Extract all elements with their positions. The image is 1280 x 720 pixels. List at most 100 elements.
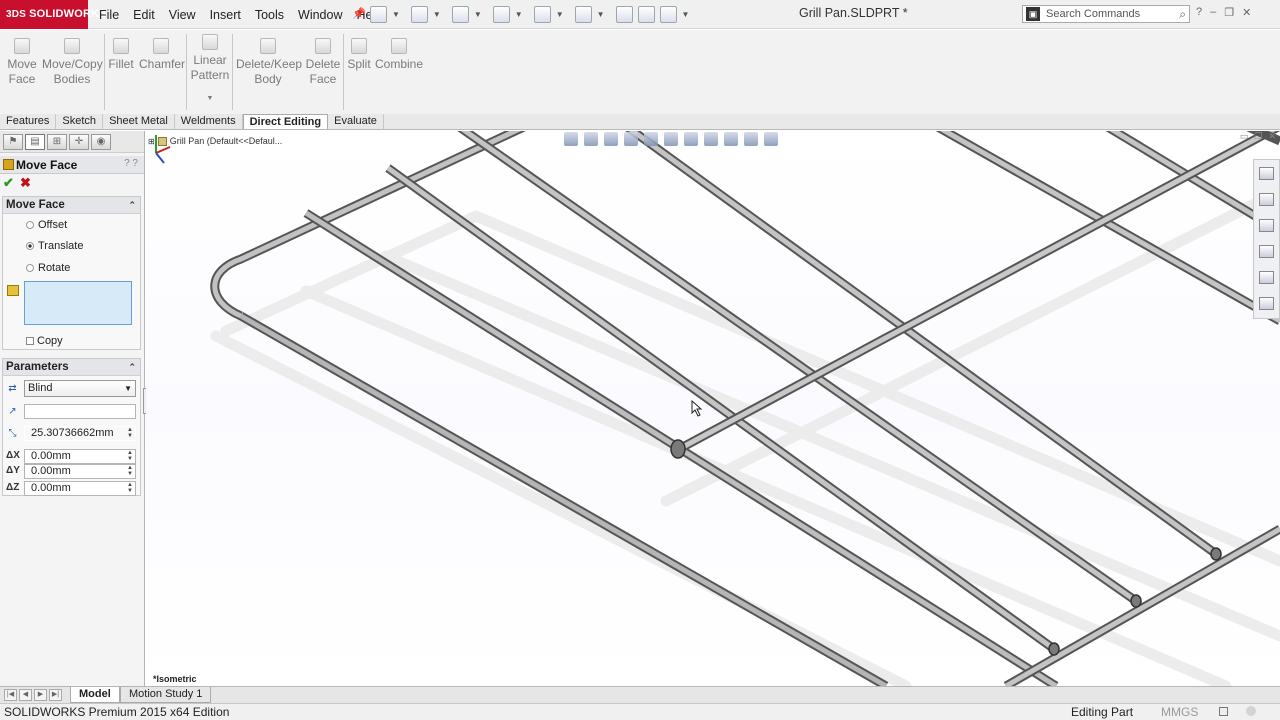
- options-icon[interactable]: [659, 6, 677, 23]
- chevron-down-icon[interactable]: ▼: [515, 10, 523, 19]
- solidworks-resources-icon[interactable]: [1259, 167, 1274, 180]
- view-palette-icon[interactable]: [1259, 245, 1274, 258]
- solidworks-logo[interactable]: 3DS SOLIDWORKS: [0, 0, 107, 29]
- move-copy-bodies-button[interactable]: Move/Copy Bodies: [42, 38, 103, 87]
- prev-tab-icon[interactable]: ◀: [19, 689, 32, 701]
- delete-face-button[interactable]: Delete Face: [304, 38, 342, 87]
- end-condition-select[interactable]: Blind ▼: [24, 380, 136, 397]
- copy-checkbox[interactable]: Copy: [26, 335, 63, 347]
- grill-pan-model[interactable]: [146, 131, 1280, 686]
- radio-translate[interactable]: Translate: [26, 240, 83, 252]
- dimxpert-manager-icon[interactable]: ✛: [69, 134, 89, 150]
- graphics-area[interactable]: ⊞ Grill Pan (Default<<Defaul... ▭ ❐ ✕ *I…: [146, 131, 1280, 686]
- appearances-icon[interactable]: [1259, 271, 1274, 284]
- ok-button[interactable]: ✔: [3, 175, 14, 191]
- tab-weldments[interactable]: Weldments: [175, 114, 243, 129]
- design-library-icon[interactable]: [1259, 193, 1274, 206]
- feature-manager-icon[interactable]: ⚑: [3, 134, 23, 150]
- restore-icon[interactable]: ❐: [1224, 6, 1234, 19]
- menu-file[interactable]: File: [92, 8, 126, 22]
- custom-properties-icon[interactable]: [1259, 297, 1274, 310]
- view-settings-icon[interactable]: [764, 132, 778, 146]
- chevron-down-icon[interactable]: ▼: [597, 10, 605, 19]
- select-cursor-icon[interactable]: [574, 6, 592, 23]
- chevron-down-icon[interactable]: ▼: [124, 381, 132, 396]
- new-document-icon[interactable]: [370, 6, 387, 23]
- tab-evaluate[interactable]: Evaluate: [328, 114, 384, 129]
- close-icon[interactable]: ✕: [1242, 6, 1251, 19]
- chevron-down-icon[interactable]: ▼: [556, 10, 564, 19]
- print-icon[interactable]: [492, 6, 510, 23]
- search-input[interactable]: Search Commands: [1046, 8, 1179, 20]
- section-view-icon[interactable]: [624, 132, 638, 146]
- chevron-down-icon[interactable]: ▼: [392, 10, 400, 19]
- zoom-to-area-icon[interactable]: [584, 132, 598, 146]
- menu-window[interactable]: Window: [291, 8, 349, 22]
- menu-view[interactable]: View: [162, 8, 203, 22]
- checkbox[interactable]: [26, 337, 34, 345]
- parameters-group-header[interactable]: Parameters ⌃: [3, 359, 140, 376]
- move-face-group-header[interactable]: Move Face ⌃: [3, 197, 140, 214]
- apply-scene-icon[interactable]: [744, 132, 758, 146]
- minimize-icon[interactable]: ▭: [1240, 131, 1249, 142]
- dynamic-annotation-icon[interactable]: [644, 132, 658, 146]
- display-style-icon[interactable]: [684, 132, 698, 146]
- fillet-button[interactable]: Fillet: [108, 38, 134, 72]
- reverse-direction-icon[interactable]: ⇄: [6, 382, 19, 395]
- radio-rotate[interactable]: Rotate: [26, 262, 70, 274]
- minimize-icon[interactable]: –: [1210, 6, 1216, 19]
- collapse-icon[interactable]: ⌃: [128, 359, 136, 375]
- save-icon[interactable]: [451, 6, 469, 23]
- linear-pattern-button[interactable]: Linear Pattern ▼: [190, 34, 230, 106]
- delta-z-field[interactable]: 0.00mm ▲ ▼: [24, 481, 136, 496]
- combine-button[interactable]: Combine: [375, 38, 423, 72]
- frame-rods[interactable]: [210, 131, 1280, 686]
- previous-view-icon[interactable]: [604, 132, 618, 146]
- pin-menu-icon[interactable]: 📌: [352, 7, 366, 20]
- distance-field[interactable]: 25.30736662mm ▲ ▼: [24, 426, 136, 441]
- menu-edit[interactable]: Edit: [126, 8, 162, 22]
- radio-offset[interactable]: Offset: [26, 219, 67, 231]
- chevron-down-icon[interactable]: ▼: [433, 10, 441, 19]
- delta-y-field[interactable]: 0.00mm ▲ ▼: [24, 464, 136, 479]
- radio-button[interactable]: [26, 264, 34, 272]
- spinner-icon[interactable]: ▲ ▼: [127, 482, 133, 494]
- view-orientation-icon[interactable]: [664, 132, 678, 146]
- zoom-to-fit-icon[interactable]: [564, 132, 578, 146]
- help-icon[interactable]: ? ?: [124, 158, 138, 169]
- spinner-icon[interactable]: ▲ ▼: [127, 427, 133, 439]
- tab-model[interactable]: Model: [70, 687, 120, 703]
- first-tab-icon[interactable]: |◀: [4, 689, 17, 701]
- split-button[interactable]: Split: [346, 38, 372, 72]
- close-icon[interactable]: ✕: [1268, 131, 1276, 142]
- tab-sheet-metal[interactable]: Sheet Metal: [103, 114, 175, 129]
- chamfer-button[interactable]: Chamfer: [139, 38, 185, 72]
- cancel-button[interactable]: ✖: [20, 175, 31, 191]
- file-explorer-icon[interactable]: [1259, 219, 1274, 232]
- faces-selection-box[interactable]: [24, 281, 132, 325]
- chevron-down-icon[interactable]: ▼: [682, 10, 690, 19]
- chevron-down-icon[interactable]: ▼: [190, 91, 230, 106]
- tab-features[interactable]: Features: [0, 114, 57, 129]
- spinner-icon[interactable]: ▲ ▼: [127, 450, 133, 462]
- help-icon[interactable]: ?: [1196, 6, 1202, 19]
- file-properties-icon[interactable]: [637, 6, 655, 23]
- move-face-button[interactable]: Move Face: [7, 38, 37, 87]
- tab-direct-editing[interactable]: Direct Editing: [242, 114, 329, 129]
- search-commands-box[interactable]: ▣ Search Commands ⌕: [1022, 5, 1190, 23]
- radio-button[interactable]: [26, 221, 34, 229]
- tab-sketch[interactable]: Sketch: [56, 114, 104, 129]
- display-manager-icon[interactable]: ◉: [91, 134, 111, 150]
- delete-keep-body-button[interactable]: Delete/Keep Body: [236, 38, 302, 87]
- delta-x-field[interactable]: 0.00mm ▲ ▼: [24, 449, 136, 464]
- radio-button-selected[interactable]: [26, 242, 34, 250]
- menu-insert[interactable]: Insert: [203, 8, 248, 22]
- search-icon[interactable]: ⌕: [1179, 7, 1186, 22]
- spinner-icon[interactable]: ▲ ▼: [127, 465, 133, 477]
- property-manager-icon[interactable]: ▤: [25, 134, 45, 150]
- customize-status-icon[interactable]: [1219, 707, 1228, 716]
- chevron-down-icon[interactable]: ▼: [474, 10, 482, 19]
- direction-field[interactable]: [24, 404, 136, 419]
- rebuild-status-icon[interactable]: [1246, 706, 1256, 716]
- units-selector[interactable]: MMGS: [1161, 705, 1198, 719]
